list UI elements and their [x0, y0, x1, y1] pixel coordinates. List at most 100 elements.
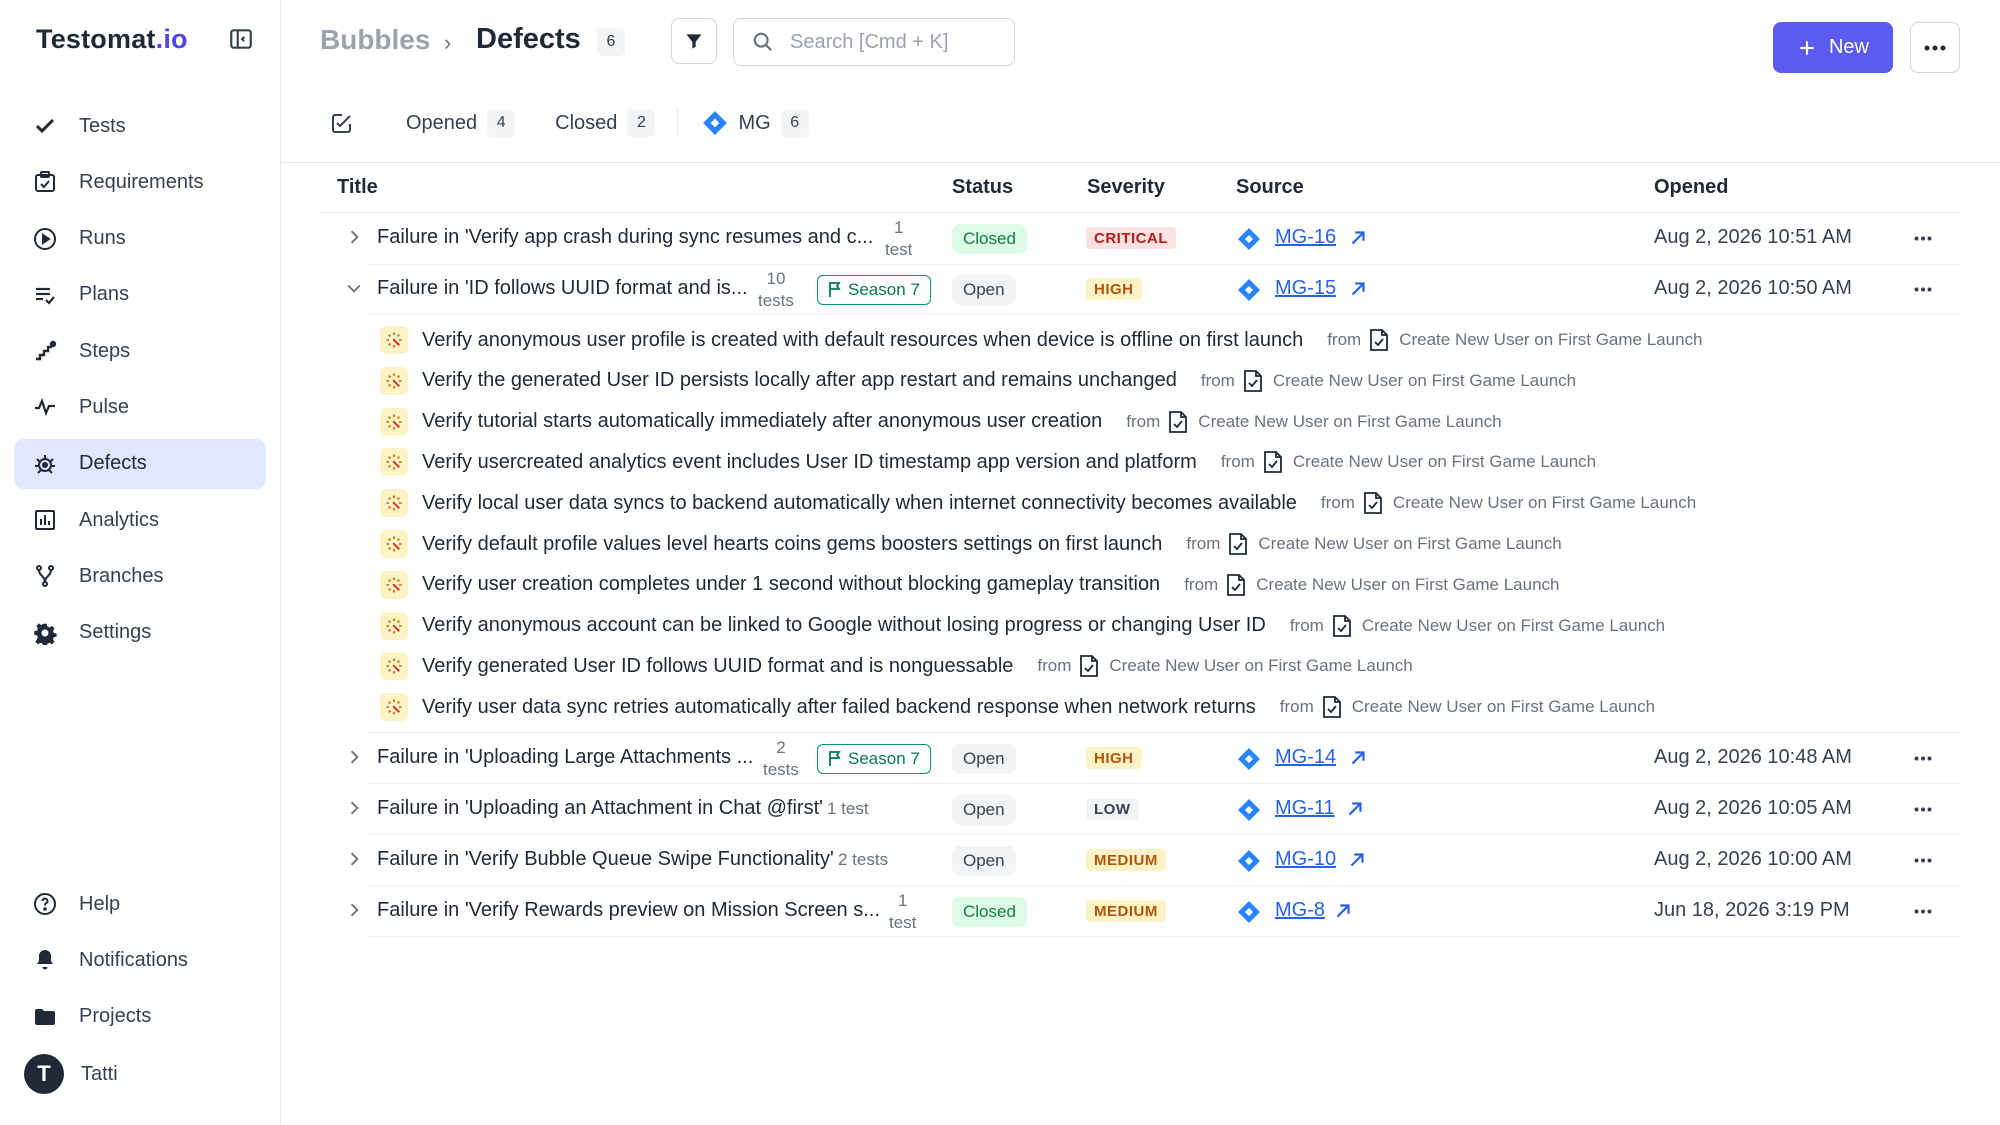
sidebar-item-requirements[interactable]: Requirements: [14, 157, 266, 207]
suite-link[interactable]: Create New User on First Game Launch: [1273, 371, 1576, 391]
external-link-icon[interactable]: [1347, 747, 1369, 769]
test-name[interactable]: Verify user data sync retries automatica…: [422, 696, 1256, 719]
test-name[interactable]: Verify user creation completes under 1 s…: [422, 573, 1160, 596]
table-row[interactable]: Failure in 'Verify app crash during sync…: [320, 213, 1960, 263]
sidebar-item-settings[interactable]: Settings: [14, 608, 266, 658]
table-row[interactable]: Failure in 'Uploading an Attachment in C…: [320, 784, 1960, 834]
breadcrumb-project[interactable]: Bubbles: [320, 24, 430, 56]
test-item[interactable]: Verify generated User ID follows UUID fo…: [380, 647, 1413, 685]
source-link[interactable]: MG-15: [1275, 277, 1336, 300]
external-link-icon[interactable]: [1347, 278, 1369, 300]
sidebar-collapse-icon[interactable]: [228, 26, 254, 52]
chevron-right-icon[interactable]: [344, 849, 364, 869]
sidebar-item-steps[interactable]: Steps: [14, 326, 266, 376]
defect-title[interactable]: Failure in 'Uploading Large Attachments …: [377, 746, 753, 769]
defect-title[interactable]: Failure in 'Verify Bubble Queue Swipe Fu…: [377, 848, 834, 871]
test-name[interactable]: Verify usercreated analytics event inclu…: [422, 451, 1197, 474]
suite-link[interactable]: Create New User on First Game Launch: [1352, 697, 1655, 717]
app-logo[interactable]: Testomat.io: [36, 24, 188, 55]
test-item[interactable]: Verify local user data syncs to backend …: [380, 484, 1696, 522]
bulk-select-icon[interactable]: [330, 111, 354, 135]
suite-link[interactable]: Create New User on First Game Launch: [1393, 493, 1696, 513]
source-link[interactable]: MG-14: [1275, 746, 1336, 769]
table-row[interactable]: Failure in 'ID follows UUID format and i…: [320, 264, 1960, 314]
external-link-icon[interactable]: [1344, 798, 1366, 820]
sidebar-item-defects[interactable]: Defects: [14, 438, 266, 489]
test-name[interactable]: Verify anonymous account can be linked t…: [422, 614, 1266, 637]
suite-link[interactable]: Create New User on First Game Launch: [1399, 330, 1702, 350]
sidebar-item-pulse[interactable]: Pulse: [14, 382, 266, 432]
defect-title[interactable]: Failure in 'ID follows UUID format and i…: [377, 277, 748, 300]
defect-title[interactable]: Failure in 'Uploading an Attachment in C…: [377, 797, 823, 820]
test-item[interactable]: Verify anonymous user profile is created…: [380, 321, 1703, 359]
defect-title[interactable]: Failure in 'Verify Rewards preview on Mi…: [377, 899, 880, 922]
sidebar-item-projects[interactable]: Projects: [14, 992, 266, 1042]
test-item[interactable]: Verify anonymous account can be linked t…: [380, 607, 1665, 645]
external-link-icon[interactable]: [1332, 900, 1354, 922]
column-title[interactable]: Title: [337, 176, 378, 199]
user-profile[interactable]: T Tatti: [24, 1054, 118, 1094]
test-name[interactable]: Verify the generated User ID persists lo…: [422, 369, 1177, 392]
sidebar-item-analytics[interactable]: Analytics: [14, 495, 266, 545]
test-item[interactable]: Verify the generated User ID persists lo…: [380, 362, 1576, 400]
chevron-right-icon[interactable]: [344, 900, 364, 920]
suite-link[interactable]: Create New User on First Game Launch: [1198, 412, 1501, 432]
chevron-down-icon[interactable]: [344, 278, 364, 298]
test-item[interactable]: Verify tutorial starts automatically imm…: [380, 403, 1502, 441]
table-row[interactable]: Failure in 'Verify Bubble Queue Swipe Fu…: [320, 835, 1960, 885]
label-chip[interactable]: Season 7: [817, 744, 931, 774]
suite-link[interactable]: Create New User on First Game Launch: [1109, 656, 1412, 676]
suite-link[interactable]: Create New User on First Game Launch: [1256, 575, 1559, 595]
document-check-icon: [1322, 696, 1341, 719]
test-item[interactable]: Verify user creation completes under 1 s…: [380, 566, 1559, 604]
test-name[interactable]: Verify tutorial starts automatically imm…: [422, 410, 1102, 433]
column-severity[interactable]: Severity: [1087, 176, 1165, 199]
table-row[interactable]: Failure in 'Verify Rewards preview on Mi…: [320, 886, 1960, 936]
filter-button[interactable]: [671, 18, 717, 64]
column-status[interactable]: Status: [952, 176, 1013, 199]
table-row[interactable]: Failure in 'Uploading Large Attachments …: [320, 733, 1960, 783]
sidebar-item-plans[interactable]: Plans: [14, 270, 266, 320]
suite-link[interactable]: Create New User on First Game Launch: [1258, 534, 1561, 554]
sidebar-item-tests[interactable]: Tests: [14, 101, 266, 151]
test-item[interactable]: Verify usercreated analytics event inclu…: [380, 443, 1596, 481]
test-item[interactable]: Verify default profile values level hear…: [380, 525, 1562, 563]
column-source[interactable]: Source: [1236, 176, 1304, 199]
test-name[interactable]: Verify generated User ID follows UUID fo…: [422, 655, 1013, 678]
row-more-icon[interactable]: [1910, 225, 1936, 251]
source-link[interactable]: MG-11: [1275, 797, 1335, 820]
row-more-icon[interactable]: [1910, 276, 1936, 302]
external-link-icon[interactable]: [1347, 227, 1369, 249]
tab-closed[interactable]: Closed 2: [555, 109, 656, 137]
sidebar-item-runs[interactable]: Runs: [14, 214, 266, 264]
chevron-right-icon[interactable]: [344, 227, 364, 247]
search-box[interactable]: [733, 18, 1015, 66]
source-link[interactable]: MG-10: [1275, 848, 1336, 871]
row-more-icon[interactable]: [1910, 796, 1936, 822]
source-link[interactable]: MG-16: [1275, 226, 1336, 249]
test-item[interactable]: Verify user data sync retries automatica…: [380, 688, 1655, 726]
defect-title[interactable]: Failure in 'Verify app crash during sync…: [377, 226, 873, 249]
tab-opened[interactable]: Opened 4: [406, 109, 516, 137]
tab-mg[interactable]: MG 6: [702, 109, 809, 137]
sidebar-item-help[interactable]: Help: [14, 879, 266, 929]
chevron-right-icon[interactable]: [344, 798, 364, 818]
test-name[interactable]: Verify anonymous user profile is created…: [422, 329, 1303, 352]
label-chip[interactable]: Season 7: [817, 275, 931, 305]
sidebar-item-notifications[interactable]: Notifications: [14, 935, 266, 985]
test-name[interactable]: Verify local user data syncs to backend …: [422, 492, 1297, 515]
new-defect-button[interactable]: New: [1773, 22, 1893, 73]
suite-link[interactable]: Create New User on First Game Launch: [1362, 616, 1665, 636]
row-more-icon[interactable]: [1910, 847, 1936, 873]
test-name[interactable]: Verify default profile values level hear…: [422, 533, 1162, 556]
chevron-right-icon[interactable]: [344, 747, 364, 767]
column-opened[interactable]: Opened: [1654, 176, 1728, 199]
search-input[interactable]: [790, 30, 990, 54]
sidebar-item-branches[interactable]: Branches: [14, 551, 266, 601]
suite-link[interactable]: Create New User on First Game Launch: [1293, 452, 1596, 472]
external-link-icon[interactable]: [1346, 849, 1368, 871]
more-options-button[interactable]: [1910, 22, 1960, 73]
row-more-icon[interactable]: [1910, 898, 1936, 924]
source-link[interactable]: MG-8: [1275, 899, 1325, 922]
row-more-icon[interactable]: [1910, 745, 1936, 771]
